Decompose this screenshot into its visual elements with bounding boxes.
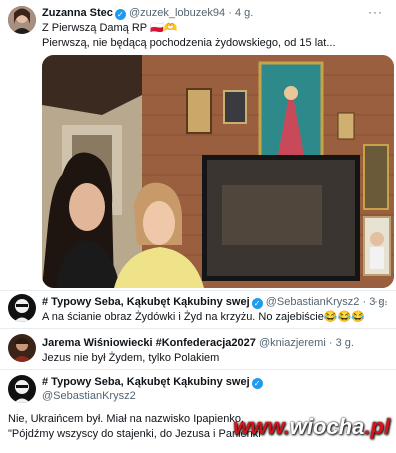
tweet-text-line1: Nie, Ukraińcem był. Miał na nazwisko Ipa… xyxy=(8,413,244,425)
avatar[interactable] xyxy=(8,294,36,322)
tweet-zuzanna: Zuzanna Stec ✓ @zuzek_lobuzek94 · 4 g. ··… xyxy=(0,0,396,290)
more-options-icon[interactable]: ··· xyxy=(374,294,389,308)
timestamp[interactable]: 3 g. xyxy=(336,337,354,349)
tweet-photo[interactable] xyxy=(42,55,394,288)
tweet-text-line2: Pierwszą, nie będącą pochodzenia żydowsk… xyxy=(42,37,336,49)
tweet-header: # Typowy Seba, Kąkubęt Kąkubiny swej ✓ @S… xyxy=(42,296,388,309)
tweet-text: Jezus nie był Żydem, tylko Polakiem xyxy=(42,352,220,364)
author-name[interactable]: Jarema Wiśniowiecki #Konfederacja2027 xyxy=(42,337,256,349)
author-handle-row: @SebastianKrysz2 xyxy=(42,390,136,403)
author-handle[interactable]: @SebastianKrysz2 xyxy=(42,390,136,402)
tweet-reply-seba: # Typowy Seba, Kąkubęt Kąkubiny swej ✓ @S… xyxy=(0,291,396,327)
avatar[interactable] xyxy=(8,334,36,362)
site-watermark: www.wiocha.pl xyxy=(233,414,390,439)
avatar[interactable] xyxy=(8,375,36,403)
tweet-header: Jarema Wiśniowiecki #Konfederacja2027 @k… xyxy=(42,337,354,349)
author-handle[interactable]: @SebastianKrysz2 xyxy=(266,296,360,308)
tweet-text-line1: Z Pierwszą Damą RP 🇵🇱🫶 xyxy=(42,22,178,34)
author-handle[interactable]: @kniazjeremi xyxy=(259,337,326,349)
author-handle[interactable]: @zuzek_lobuzek94 xyxy=(129,7,225,19)
tweet-header: Zuzanna Stec ✓ @zuzek_lobuzek94 · 4 g. xyxy=(42,7,254,20)
author-name[interactable]: Zuzanna Stec xyxy=(42,7,113,19)
author-name[interactable]: # Typowy Seba, Kąkubęt Kąkubiny swej xyxy=(42,296,250,308)
verified-badge-icon: ✓ xyxy=(251,378,263,389)
verified-badge-icon: ✓ xyxy=(251,298,263,309)
tweet-header: # Typowy Seba, Kąkubęt Kąkubiny swej ✓ xyxy=(42,376,263,389)
timestamp[interactable]: 4 g. xyxy=(235,7,253,19)
tweet-text-line2: "Pójdźmy wszyscy do stajenki, do Jezusa … xyxy=(8,428,265,440)
avatar[interactable] xyxy=(8,6,36,34)
tweet-reply-jarema: Jarema Wiśniowiecki #Konfederacja2027 @k… xyxy=(0,330,396,368)
author-name[interactable]: # Typowy Seba, Kąkubęt Kąkubiny swej xyxy=(42,376,250,388)
more-options-icon[interactable]: ··· xyxy=(368,5,383,19)
tweet-text: A na ścianie obraz Żydówki i Żyd na krzy… xyxy=(42,311,365,323)
divider xyxy=(0,328,396,329)
verified-badge-icon: ✓ xyxy=(114,9,126,20)
tweet-reply-seba-2: # Typowy Seba, Kąkubęt Kąkubiny swej ✓ @S… xyxy=(0,370,396,453)
